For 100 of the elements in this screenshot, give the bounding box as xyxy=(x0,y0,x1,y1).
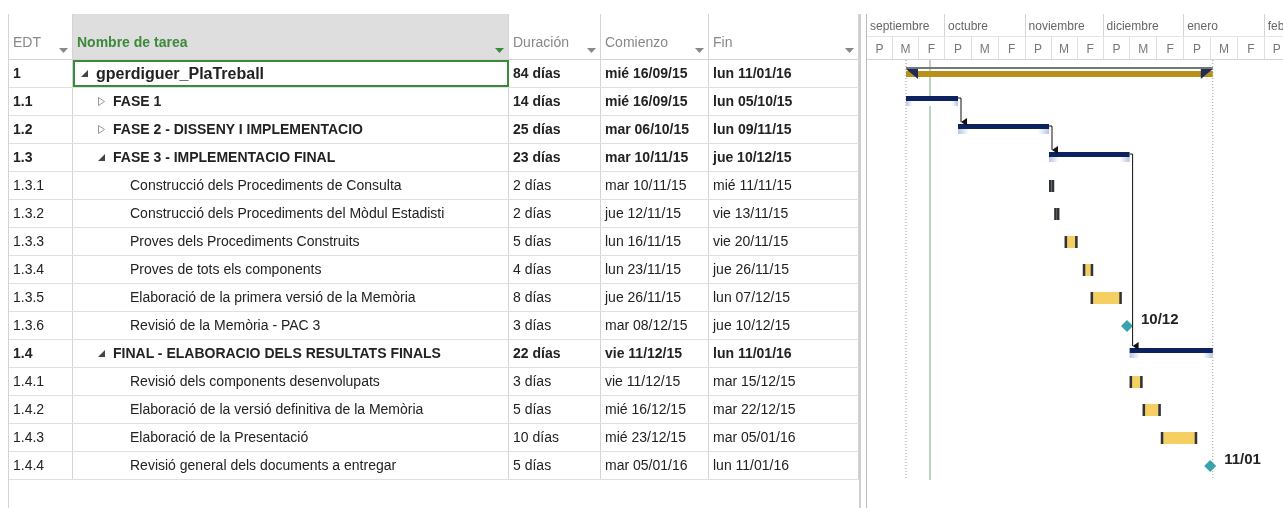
edt-cell: 1.2 xyxy=(9,116,73,143)
duration-cell: 23 días xyxy=(509,144,601,171)
start-date-cell: mié 16/09/15 xyxy=(601,60,709,87)
task-name: Construcció dels Procediments del Mòdul Estadisti xyxy=(130,204,445,223)
task-bar[interactable] xyxy=(1082,264,1094,276)
month-label: octubre xyxy=(945,14,1026,36)
duration-cell: 3 días xyxy=(509,312,601,339)
period-label: P xyxy=(1264,36,1283,59)
task-name: FASE 2 - DISSENY I IMPLEMENTACIO xyxy=(113,120,363,139)
task-name-cell[interactable]: FASE 3 - IMPLEMENTACIO FINAL xyxy=(73,144,509,171)
duration-cell: 5 días xyxy=(509,396,601,423)
period-label: F xyxy=(1077,36,1104,59)
start-date-cell: jue 26/11/15 xyxy=(601,284,709,311)
period-label: M xyxy=(1211,36,1238,59)
duration-cell: 5 días xyxy=(509,228,601,255)
start-date-cell: mar 06/10/15 xyxy=(601,116,709,143)
task-name-cell[interactable]: Proves dels Procediments Construits xyxy=(73,228,509,255)
period-label: F xyxy=(1157,36,1185,59)
duration-cell: 3 días xyxy=(509,368,601,395)
start-date-cell: mar 10/11/15 xyxy=(601,144,709,171)
finish-date-cell: vie 13/11/15 xyxy=(709,200,859,227)
milestone-diamond[interactable] xyxy=(1121,320,1133,332)
task-name-cell[interactable]: Elaboració de la primera versió de la Memòria xyxy=(73,284,509,311)
task-bar[interactable] xyxy=(1160,432,1198,444)
task-name-cell[interactable]: Construcció dels Procediments del Mòdul Estadisti xyxy=(73,200,509,227)
summary-bar[interactable] xyxy=(958,124,1049,134)
task-name-cell[interactable]: Elaboració de la versió definitiva de la Memòria xyxy=(73,396,509,423)
task-name-cell[interactable]: FINAL - ELABORACIO DELS RESULTATS FINALS xyxy=(73,340,509,367)
start-date-cell: mar 10/11/15 xyxy=(601,172,709,199)
dropdown-arrow-icon xyxy=(587,48,596,53)
edt-cell: 1.4.2 xyxy=(9,396,73,423)
finish-date-cell: lun 07/12/15 xyxy=(709,284,859,311)
start-date-cell: jue 12/11/15 xyxy=(601,200,709,227)
dropdown-arrow-icon xyxy=(845,48,854,53)
edt-cell: 1 xyxy=(9,60,73,87)
finish-date-cell: mar 05/01/16 xyxy=(709,424,859,451)
task-name-cell[interactable]: Revisió general dels documents a entregar xyxy=(73,452,509,479)
period-label: M xyxy=(1051,36,1078,59)
task-name: Elaboració de la Presentació xyxy=(130,428,309,447)
collapse-triangle-icon[interactable] xyxy=(98,350,105,357)
task-name-cell[interactable]: Proves de tots els components xyxy=(73,256,509,283)
task-name: Revisió general dels documents a entregar xyxy=(130,456,397,475)
task-bar[interactable] xyxy=(1054,208,1060,220)
task-name: Revisió dels components desenvolupats xyxy=(130,372,380,391)
month-label: diciembre xyxy=(1103,14,1185,36)
start-date-cell: lun 16/11/15 xyxy=(601,228,709,255)
task-name: Proves dels Procediments Construits xyxy=(130,232,360,251)
project-summary-bar[interactable] xyxy=(906,67,1213,79)
period-label: M xyxy=(971,36,999,59)
finish-date-cell: lun 09/11/15 xyxy=(709,116,859,143)
finish-date-cell: mar 15/12/15 xyxy=(709,368,859,395)
task-name-cell[interactable]: gperdiguer_PlaTreball xyxy=(73,60,509,87)
milestone-label: 11/01 xyxy=(1224,450,1261,467)
task-name: FASE 1 xyxy=(113,92,162,111)
edt-cell: 1.3.2 xyxy=(9,200,73,227)
period-label: M xyxy=(893,36,919,59)
task-name: FINAL - ELABORACIO DELS RESULTATS FINALS xyxy=(113,344,441,363)
task-bar[interactable] xyxy=(1142,404,1161,416)
task-name-cell[interactable]: Construcció dels Procediments de Consulta xyxy=(73,172,509,199)
task-bar[interactable] xyxy=(1090,292,1122,304)
period-label: F xyxy=(919,36,945,59)
start-date-cell: vie 11/12/15 xyxy=(601,368,709,395)
period-label: F xyxy=(998,36,1026,59)
edt-cell: 1.3.4 xyxy=(9,256,73,283)
start-date-cell: mar 08/12/15 xyxy=(601,312,709,339)
finish-date-cell: mié 11/11/15 xyxy=(709,172,859,199)
collapse-triangle-icon[interactable] xyxy=(98,154,105,161)
duration-cell: 2 días xyxy=(509,200,601,227)
start-date-cell: lun 23/11/15 xyxy=(601,256,709,283)
task-bar[interactable] xyxy=(1064,236,1078,248)
start-date-cell: mié 16/12/15 xyxy=(601,396,709,423)
duration-cell: 5 días xyxy=(509,452,601,479)
milestone-label: 10/12 xyxy=(1141,310,1179,327)
start-date-cell: vie 11/12/15 xyxy=(601,340,709,367)
start-date-cell: mar 05/01/16 xyxy=(601,452,709,479)
month-label: noviembre xyxy=(1025,14,1104,36)
summary-bar[interactable] xyxy=(906,96,958,106)
edt-cell: 1.4 xyxy=(9,340,73,367)
expand-triangle-icon[interactable] xyxy=(98,125,105,134)
start-date-cell: mié 16/09/15 xyxy=(601,88,709,115)
finish-date-cell: lun 11/01/16 xyxy=(709,452,859,479)
task-name-cell[interactable]: Revisió de la Memòria - PAC 3 xyxy=(73,312,509,339)
task-bar[interactable] xyxy=(1049,180,1055,192)
task-name-cell[interactable]: Elaboració de la Presentació xyxy=(73,424,509,451)
edt-cell: 1.3.3 xyxy=(9,228,73,255)
summary-bar[interactable] xyxy=(1049,152,1130,162)
task-bar[interactable] xyxy=(1129,376,1143,388)
task-name-cell[interactable]: Revisió dels components desenvolupats xyxy=(73,368,509,395)
summary-bar[interactable] xyxy=(1129,348,1213,358)
duration-cell: 84 días xyxy=(509,60,601,87)
finish-date-cell: jue 10/12/15 xyxy=(709,144,859,171)
task-name-cell[interactable]: FASE 1 xyxy=(73,88,509,115)
expand-triangle-icon[interactable] xyxy=(98,97,105,106)
task-name: Elaboració de la versió definitiva de la Memòria xyxy=(130,400,424,419)
task-name-cell[interactable]: FASE 2 - DISSENY I IMPLEMENTACIO xyxy=(73,116,509,143)
edt-cell: 1.3 xyxy=(9,144,73,171)
dropdown-arrow-icon xyxy=(695,48,704,53)
task-name: Construcció dels Procediments de Consulta xyxy=(130,176,402,195)
collapse-triangle-icon[interactable] xyxy=(81,70,88,77)
duration-cell: 14 días xyxy=(509,88,601,115)
